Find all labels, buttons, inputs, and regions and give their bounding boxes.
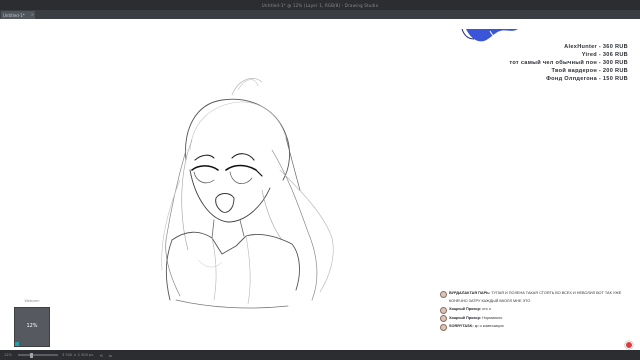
donation-item: тот самый чел обычный пон - 300 RUB: [509, 60, 628, 66]
status-bar: 12% 3 500 × 2 500 px ⟲ ⇋: [0, 350, 640, 360]
chat-message: Хищный Прохор: кто о: [440, 305, 636, 314]
chat-username: ВУРДАЛАКТАЯ ПАРЬ:: [449, 291, 491, 295]
donation-list: AlexHunter - 360 RUB Yired - 306 RUB тот…: [478, 43, 628, 83]
avatar: [440, 323, 447, 331]
chat-username: Хищный Прохор:: [449, 307, 482, 311]
rotate-icon[interactable]: ⟲: [99, 353, 102, 358]
chat-message: SORRYTASK: кр о композиция: [440, 322, 636, 331]
avatar: [440, 306, 447, 314]
document-tab[interactable]: Untitled-1* ×: [1, 11, 35, 19]
chat-username: Хищный Прохор:: [449, 315, 482, 320]
tab-strip: Untitled-1* ×: [0, 10, 640, 19]
progress-fill: [15, 342, 20, 346]
progress-widget: Webcam 12%: [14, 299, 50, 349]
app-window: Untitled-1* @ 12% (Layer 1, RGB/8) - Dra…: [0, 0, 640, 360]
donation-item: Yired - 306 RUB: [581, 52, 628, 58]
donation-item: AlexHunter - 360 RUB: [564, 44, 628, 50]
document-size: 3 500 × 2 500 px: [62, 353, 94, 357]
donation-item: Твой вардерон - 200 RUB: [551, 68, 628, 74]
window-title: Untitled-1* @ 12% (Layer 1, RGB/8) - Dra…: [261, 2, 379, 8]
progress-widget-box: 12%: [14, 307, 50, 347]
progress-widget-label: Webcam: [24, 299, 40, 303]
chat-text: кр о композиция: [474, 324, 504, 328]
chat-username: SORRYTASK:: [449, 324, 474, 328]
zoom-level[interactable]: 12%: [4, 353, 12, 357]
close-icon[interactable]: ×: [31, 12, 34, 17]
record-indicator[interactable]: [625, 341, 633, 349]
chat-message: ВУРДАЛАКТАЯ ПАРЬ: ТУПАЯ И ПОЛЕНА ТАКАЯ С…: [440, 289, 636, 305]
avatar: [440, 290, 447, 298]
chat-text: Нормально: [482, 315, 503, 320]
document-tab-label: Untitled-1*: [3, 12, 25, 18]
zoom-slider[interactable]: [18, 352, 58, 358]
donation-item: Фонд Олпдегона - 150 RUB: [546, 76, 628, 82]
progress-value: 12%: [26, 323, 38, 329]
chat-message: Хищный Прохор: Нормально: [440, 314, 636, 322]
drawing-canvas[interactable]: AlexHunter - 360 RUB Yired - 306 RUB тот…: [0, 19, 640, 350]
chat-overlay: ВУРДАЛАКТАЯ ПАРЬ: ТУПАЯ И ПОЛЕНА ТАКАЯ С…: [440, 289, 636, 331]
flip-icon[interactable]: ⇋: [109, 353, 112, 358]
zoom-slider-knob[interactable]: [30, 352, 33, 358]
title-bar: Untitled-1* @ 12% (Layer 1, RGB/8) - Dra…: [0, 0, 640, 10]
chat-text: кто о: [482, 307, 491, 311]
avatar: [440, 315, 447, 322]
